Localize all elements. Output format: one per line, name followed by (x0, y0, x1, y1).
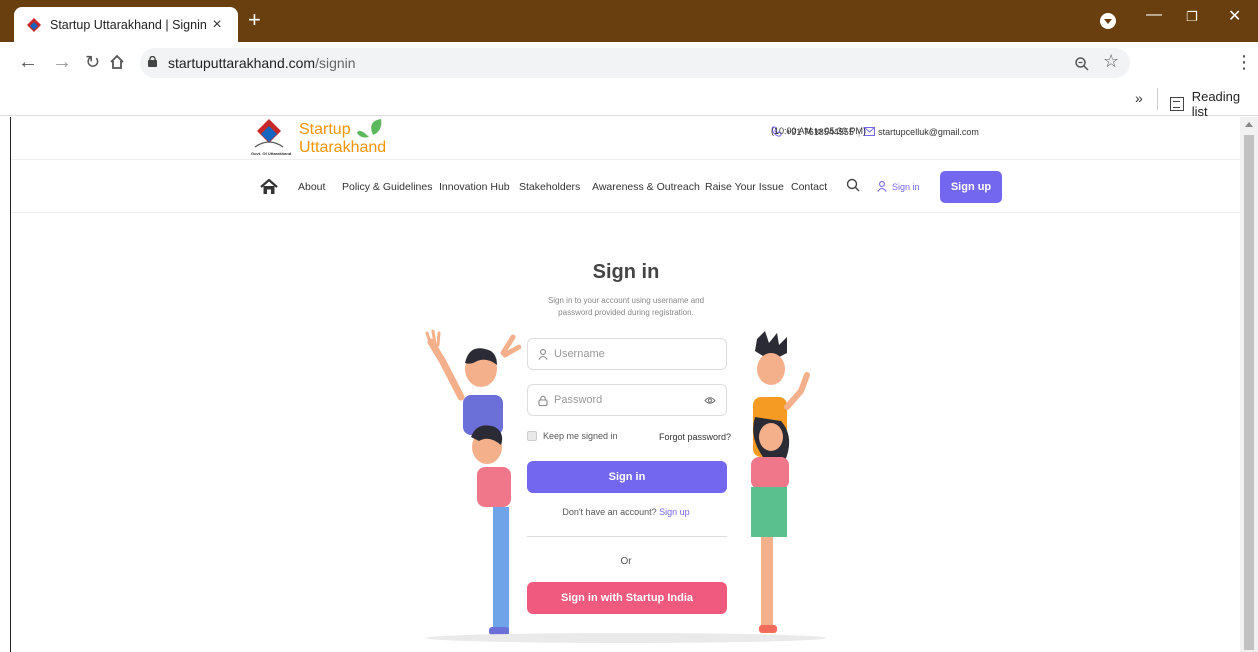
form-divider (527, 536, 727, 537)
browser-tab[interactable]: Startup Uttarakhand | Signin × (14, 7, 238, 42)
boys-illustration (425, 329, 521, 637)
nav-about[interactable]: About (298, 181, 325, 193)
nav-signin-label: Sign in (892, 181, 920, 192)
page-scrollbar[interactable] (1240, 117, 1258, 652)
main-navigation: About Policy & Guidelines Innovation Hub… (11, 171, 1240, 207)
contact-hours: (10:00 AM to 05:30 PM) (771, 126, 867, 136)
page-subtitle: Sign in to your account using username a… (547, 296, 705, 317)
reading-list-label: Reading list (1191, 89, 1241, 119)
tab-title: Startup Uttarakhand | Signin (50, 17, 207, 32)
user-icon (877, 181, 887, 192)
username-icon (538, 348, 548, 360)
forward-icon[interactable]: → (52, 51, 72, 73)
home-button-icon[interactable] (108, 53, 126, 71)
url-text[interactable]: startuputtarakhand.com/signin (168, 55, 356, 71)
url-path: /signin (315, 55, 356, 71)
signin-button[interactable]: Sign in (527, 461, 727, 493)
password-field[interactable]: Password (527, 384, 727, 416)
bookmarks-bar (0, 84, 1258, 116)
reload-icon[interactable]: ↻ (85, 51, 100, 73)
nav-signup-button[interactable]: Sign up (940, 171, 1002, 203)
home-icon[interactable] (260, 179, 278, 195)
nav-contact[interactable]: Contact (791, 181, 827, 193)
bookmark-star-icon[interactable]: ☆ (1103, 51, 1119, 72)
username-field[interactable]: Username (527, 338, 727, 370)
floor-shadow (426, 633, 826, 643)
nav-policy-guidelines[interactable]: Policy & Guidelines (342, 181, 432, 193)
profile-icon[interactable] (1100, 13, 1116, 29)
logo-text-uttarakhand: Uttarakhand (299, 139, 387, 156)
forgot-password-link[interactable]: Forgot password? (659, 432, 731, 442)
search-icon[interactable] (846, 178, 860, 192)
page-viewport: Startup Uttarakhand Govt. Of Uttarakhand… (10, 117, 1240, 652)
lock-icon (148, 56, 157, 67)
tab-close-icon[interactable]: × (208, 16, 226, 34)
scroll-up-icon[interactable] (1245, 122, 1253, 127)
username-placeholder: Username (554, 348, 605, 360)
startup-india-signin-button[interactable]: Sign in with Startup India (527, 582, 727, 614)
new-tab-button[interactable]: + (248, 9, 261, 31)
password-placeholder: Password (554, 394, 603, 406)
no-account-label: Don't have an account? (562, 507, 657, 517)
scrollbar-thumb[interactable] (1244, 135, 1254, 650)
email-address[interactable]: startupcelluk@gmail.com (878, 127, 979, 137)
reading-list-button[interactable]: Reading list (1170, 89, 1258, 119)
bookmarks-overflow-icon[interactable]: » (1135, 90, 1143, 106)
nav-innovation-hub[interactable]: Innovation Hub (439, 181, 510, 193)
zoom-icon[interactable] (1074, 56, 1090, 72)
keep-signed-in-label: Keep me signed in (543, 431, 618, 441)
signup-link[interactable]: Sign up (659, 507, 690, 517)
nav-raise-your-issue[interactable]: Raise Your Issue (705, 181, 784, 193)
show-password-icon[interactable] (704, 396, 716, 405)
nav-awareness-outreach[interactable]: Awareness & Outreach (592, 181, 700, 193)
back-icon[interactable]: ← (18, 51, 38, 73)
window-close-icon[interactable]: ✕ (1228, 6, 1241, 26)
bookmarks-separator (1157, 88, 1158, 110)
restore-icon[interactable]: ❐ (1186, 9, 1198, 25)
logo-text-startup: Startup (299, 121, 351, 138)
girl-boy-illustration (751, 331, 810, 633)
minimize-icon[interactable]: — (1146, 6, 1162, 24)
keep-signed-in-checkbox[interactable]: Keep me signed in (527, 431, 618, 441)
site-favicon-icon (27, 17, 41, 32)
password-lock-icon (538, 395, 548, 406)
keep-signed-in-box[interactable] (527, 431, 537, 441)
or-separator: Or (620, 556, 632, 567)
nav-signin-link[interactable]: Sign in (877, 181, 920, 192)
logo-caption: Govt. Of Uttarakhand (251, 151, 292, 156)
reading-list-icon (1170, 97, 1184, 111)
url-host: startuputtarakhand.com (168, 55, 316, 71)
nav-divider (11, 212, 1240, 213)
nav-stakeholders[interactable]: Stakeholders (519, 181, 580, 193)
page-title: Sign in (592, 261, 660, 283)
header-divider (11, 159, 1240, 160)
no-account-text: Don't have an account? Sign up (11, 507, 1240, 517)
browser-menu-icon[interactable]: ⋮ (1235, 52, 1253, 73)
